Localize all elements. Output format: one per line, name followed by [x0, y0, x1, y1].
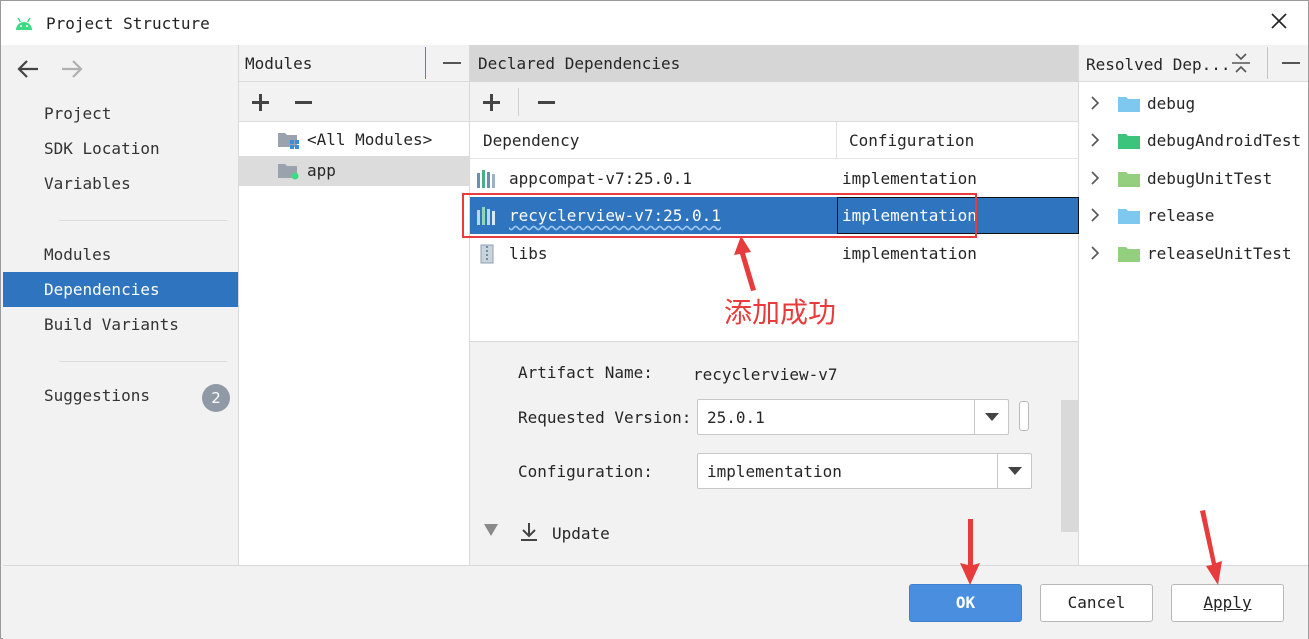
- remove-dependency-icon[interactable]: [536, 92, 558, 112]
- chevron-down-icon[interactable]: [997, 454, 1031, 488]
- apply-button[interactable]: Apply: [1171, 584, 1284, 622]
- collapse-triangle-icon[interactable]: [484, 524, 498, 536]
- folder-icon: [1118, 172, 1140, 187]
- module-item-all-modules[interactable]: <All Modules>: [239, 125, 469, 155]
- settings-nav: Project SDK Location Variables Modules D…: [3, 45, 239, 565]
- dependency-row[interactable]: appcompat-v7:25.0.1 implementation: [470, 160, 1079, 197]
- collapse-all-icon[interactable]: [1230, 52, 1252, 74]
- folder-icon: [1118, 247, 1140, 262]
- apply-button-label: Apply: [1203, 593, 1252, 612]
- dependency-configuration: implementation: [842, 169, 977, 188]
- cancel-button[interactable]: Cancel: [1040, 584, 1153, 622]
- chevron-right-icon[interactable]: [1088, 132, 1102, 148]
- modules-panel: Modules <All Modules> app: [239, 45, 469, 565]
- nav-item-project[interactable]: Project: [3, 96, 238, 131]
- variant-label: debug: [1147, 94, 1196, 113]
- configuration-label: Configuration:: [518, 462, 653, 481]
- annotation-arrow-icon: [960, 519, 980, 585]
- requested-version-combo[interactable]: 25.0.1: [697, 399, 1009, 435]
- nav-item-sdk-location[interactable]: SDK Location: [3, 131, 238, 166]
- dependency-row[interactable]: libs implementation: [470, 235, 1079, 272]
- project-structure-dialog: Project Structure Project SDK Location V…: [0, 0, 1309, 639]
- artifact-name-label: Artifact Name:: [518, 363, 653, 382]
- variant-item-debug[interactable]: debug: [1079, 85, 1308, 122]
- nav-divider: [59, 220, 227, 221]
- annotation-text: 添加成功: [724, 296, 837, 329]
- module-label: <All Modules>: [307, 130, 433, 149]
- nav-item-variables[interactable]: Variables: [3, 166, 238, 201]
- nav-item-modules[interactable]: Modules: [3, 237, 238, 272]
- forward-arrow-icon[interactable]: [59, 57, 85, 81]
- modules-toolbar: [239, 82, 469, 122]
- back-arrow-icon[interactable]: [15, 57, 41, 81]
- modules-header: Modules: [245, 54, 313, 73]
- variant-item-debug-unit-test[interactable]: debugUnitTest: [1079, 160, 1308, 197]
- resolved-dependencies-panel: Resolved Dep... debug debugAndroidTest d…: [1079, 45, 1308, 565]
- chevron-right-icon[interactable]: [1088, 207, 1102, 223]
- android-module-icon: [278, 164, 299, 180]
- dependencies-table-header: Dependency Configuration: [470, 122, 1078, 159]
- variant-label: debugUnitTest: [1147, 169, 1273, 188]
- variant-item-debug-android-test[interactable]: debugAndroidTest: [1079, 122, 1308, 159]
- declared-dependencies-header: Declared Dependencies: [478, 54, 681, 73]
- jar-folder-icon: [480, 244, 494, 264]
- minimize-icon[interactable]: [1282, 62, 1300, 64]
- download-icon: [521, 523, 537, 541]
- chevron-down-icon[interactable]: [974, 400, 1008, 434]
- minimize-icon[interactable]: [443, 62, 461, 64]
- folder-icon: [1118, 97, 1140, 112]
- variant-label: releaseUnitTest: [1147, 244, 1292, 263]
- update-label[interactable]: Update: [552, 524, 610, 543]
- annotation-arrow-icon: [1200, 510, 1222, 585]
- suggestions-count-badge: 2: [202, 384, 230, 412]
- details-scrollbar[interactable]: [1061, 400, 1078, 532]
- module-item-app[interactable]: app: [239, 156, 469, 186]
- nav-item-dependencies[interactable]: Dependencies: [3, 272, 238, 307]
- chevron-right-icon[interactable]: [1088, 95, 1102, 111]
- folder-icon: [1118, 209, 1140, 224]
- annotation-arrow-icon: [734, 236, 756, 291]
- dependencies-toolbar: [470, 82, 1078, 122]
- chevron-right-icon[interactable]: [1088, 170, 1102, 186]
- resolved-dependencies-header: Resolved Dep...: [1086, 55, 1231, 74]
- variant-item-release-unit-test[interactable]: releaseUnitTest: [1079, 235, 1308, 272]
- title-bar: Project Structure: [1, 1, 1308, 45]
- variant-label: release: [1147, 206, 1215, 225]
- highlight-box: [462, 193, 977, 238]
- module-label: app: [307, 161, 336, 180]
- folder-icon: [1118, 134, 1140, 149]
- dependency-name: appcompat-v7:25.0.1: [509, 169, 693, 188]
- window-title: Project Structure: [46, 14, 210, 33]
- android-icon: [16, 17, 32, 30]
- artifact-name-value: recyclerview-v7: [693, 365, 838, 384]
- chevron-right-icon[interactable]: [1088, 245, 1102, 261]
- dialog-footer: OK Cancel Apply: [3, 565, 1308, 639]
- close-icon[interactable]: [1267, 9, 1291, 33]
- version-extra-button[interactable]: [1019, 401, 1029, 431]
- remove-icon[interactable]: [293, 92, 315, 112]
- column-header-configuration[interactable]: Configuration: [849, 131, 974, 150]
- add-icon[interactable]: [250, 92, 272, 112]
- requested-version-label: Requested Version:: [518, 408, 692, 427]
- variant-item-release[interactable]: release: [1079, 197, 1308, 234]
- configuration-value: implementation: [707, 462, 842, 481]
- nav-divider: [59, 361, 227, 362]
- nav-item-build-variants[interactable]: Build Variants: [3, 307, 238, 342]
- add-dependency-icon[interactable]: [481, 92, 503, 112]
- variant-label: debugAndroidTest: [1147, 131, 1302, 150]
- library-icon: [477, 170, 495, 188]
- column-header-dependency[interactable]: Dependency: [483, 131, 579, 150]
- dependency-name: libs: [509, 244, 548, 263]
- requested-version-value: 25.0.1: [707, 408, 765, 427]
- ok-button[interactable]: OK: [909, 584, 1022, 622]
- configuration-combo[interactable]: implementation: [697, 453, 1032, 489]
- dependency-configuration: implementation: [842, 244, 977, 263]
- panel-splitter[interactable]: [425, 47, 426, 79]
- modules-folder-icon: [278, 133, 299, 149]
- dependency-details: Artifact Name: recyclerview-v7 Requested…: [470, 341, 1078, 565]
